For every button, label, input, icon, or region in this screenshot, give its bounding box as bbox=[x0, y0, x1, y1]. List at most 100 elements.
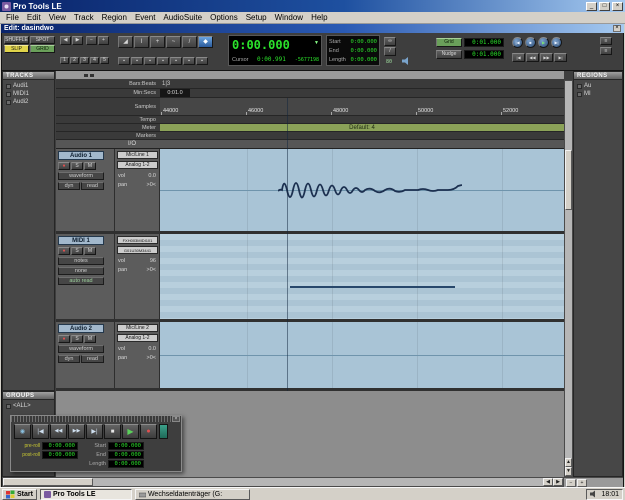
scroll-right-icon[interactable]: ▶ bbox=[553, 478, 563, 486]
automation-mode-selector[interactable]: read bbox=[81, 182, 104, 190]
main-counter-panel[interactable]: 0:00.000 ▼ Cursor 0:00.991 -5677198 bbox=[228, 35, 322, 66]
toolbar-option-button[interactable]: ▪ bbox=[144, 57, 156, 65]
preroll-value[interactable]: 0:00.000 bbox=[42, 442, 78, 450]
samples-ruler[interactable]: 44000 46000 48000 50000 52000 bbox=[160, 98, 564, 116]
track-view-selector[interactable]: notes bbox=[58, 257, 104, 265]
menu-setup[interactable]: Setup bbox=[242, 13, 271, 22]
transport-titlebar[interactable]: × bbox=[11, 416, 181, 422]
markers-ruler[interactable] bbox=[160, 132, 564, 140]
postroll-value[interactable]: 0:00.000 bbox=[42, 451, 78, 459]
rewind-button[interactable]: ◀◀ bbox=[526, 53, 539, 62]
automation-mode-selector[interactable]: auto read bbox=[58, 277, 104, 285]
ruler-samples-label[interactable]: Samples bbox=[56, 98, 160, 116]
ruler-minsecs-label[interactable]: Min:Secs bbox=[56, 89, 160, 98]
scroll-left-icon[interactable]: ◀ bbox=[543, 478, 553, 486]
counter-dropdown-icon[interactable]: ▼ bbox=[314, 40, 319, 46]
maximize-button[interactable]: □ bbox=[599, 2, 610, 11]
speaker-icon[interactable] bbox=[402, 57, 412, 65]
input-selector[interactable]: Mic/Line 2 bbox=[117, 324, 158, 332]
toolbar-option-button[interactable]: ▪ bbox=[131, 57, 143, 65]
play-button[interactable]: ▶ bbox=[538, 37, 549, 48]
nudge-value-button[interactable]: Nudge bbox=[436, 50, 462, 59]
forward-button[interactable]: ▶▶ bbox=[540, 53, 553, 62]
toolbar-option-button[interactable]: ▪ bbox=[118, 57, 130, 65]
solo-button[interactable]: S bbox=[71, 247, 83, 255]
zoom-preset-5[interactable]: 5 bbox=[100, 57, 109, 64]
grid-value-button[interactable]: Grid bbox=[436, 38, 462, 47]
selector-tool-icon[interactable]: I bbox=[134, 36, 149, 48]
transport-window[interactable]: × ◉ |◀ ◀◀ ▶▶ ▶| ■ ▶ ● pre-roll 0:00.000 … bbox=[10, 415, 182, 472]
menu-track[interactable]: Track bbox=[70, 13, 98, 22]
toolbar-menu-icon[interactable]: ≡ bbox=[600, 37, 612, 45]
return-to-zero-button[interactable]: |◀ bbox=[32, 424, 49, 439]
grid-value[interactable]: 0:01.000 bbox=[464, 38, 504, 47]
toolbar-menu-icon[interactable]: ≡ bbox=[600, 47, 612, 55]
go-to-end-button[interactable]: ▶| bbox=[86, 424, 103, 439]
slip-mode-button[interactable]: SLIP bbox=[4, 45, 29, 53]
tempo-ruler[interactable] bbox=[160, 116, 564, 124]
pencil-mode-icon[interactable]: / bbox=[384, 47, 396, 56]
volume-row[interactable]: vol96 bbox=[115, 258, 159, 264]
mute-button[interactable]: M bbox=[84, 247, 96, 255]
rewind-button[interactable]: ◀◀ bbox=[50, 424, 67, 439]
rtz-button[interactable]: |◀ bbox=[512, 37, 523, 48]
minsecs-ruler[interactable]: 0:01.0 bbox=[160, 89, 564, 98]
group-list-item[interactable]: <ALL> bbox=[4, 403, 31, 409]
menu-help[interactable]: Help bbox=[307, 13, 331, 22]
minimize-button[interactable]: _ bbox=[586, 2, 597, 11]
close-button[interactable]: × bbox=[612, 2, 623, 11]
track-name-button[interactable]: Audio 2 bbox=[58, 324, 104, 333]
zoom-corner-icon[interactable]: − bbox=[566, 479, 576, 487]
pencil-tool-icon[interactable]: / bbox=[182, 36, 197, 48]
transport-end-value[interactable]: 0:00.000 bbox=[108, 451, 144, 459]
transport-length-value[interactable]: 0:00.000 bbox=[108, 460, 144, 468]
ruler-bars-label[interactable]: Bars:Beats bbox=[56, 80, 160, 89]
midi-note-region[interactable] bbox=[290, 286, 455, 288]
region-list-item[interactable]: MI bbox=[575, 91, 591, 97]
solo-button[interactable]: S bbox=[71, 162, 83, 170]
pan-row[interactable]: pan>0< bbox=[115, 267, 159, 273]
menu-view[interactable]: View bbox=[45, 13, 70, 22]
horizontal-scrollbar[interactable]: ◀ ▶ bbox=[2, 477, 564, 487]
toolbar-option-button[interactable]: ▪ bbox=[157, 57, 169, 65]
vertical-scrollbar-thumb[interactable] bbox=[565, 150, 572, 210]
menu-event[interactable]: Event bbox=[131, 13, 159, 22]
track-view-selector[interactable]: waveform bbox=[58, 172, 104, 180]
output-selector[interactable]: G01U30M3441 bbox=[117, 246, 158, 254]
goto-end-small-button[interactable]: ▶| bbox=[554, 53, 567, 62]
scroll-down-icon[interactable]: ▼ bbox=[565, 467, 572, 476]
ruler-markers-label[interactable]: Markers bbox=[56, 132, 160, 140]
trim-tool-icon[interactable]: ◢ bbox=[118, 36, 133, 48]
track-timeline-audio1[interactable] bbox=[160, 149, 564, 231]
zoom-right-button[interactable]: ▶ bbox=[72, 36, 83, 45]
zoom-corner-icon[interactable]: + bbox=[577, 479, 587, 487]
selection-panel[interactable]: Start 0:00.000 End 0:00.000 Length 0:00.… bbox=[326, 35, 380, 66]
zoom-preset-2[interactable]: 2 bbox=[70, 57, 79, 64]
track-timeline-audio2[interactable] bbox=[160, 322, 564, 388]
zoom-preset-4[interactable]: 4 bbox=[90, 57, 99, 64]
dyn-button[interactable]: dyn bbox=[58, 182, 80, 190]
fast-forward-button[interactable]: ▶▶ bbox=[68, 424, 85, 439]
play-button[interactable]: ▶ bbox=[122, 424, 139, 439]
taskbar-task-protools[interactable]: Pro Tools LE bbox=[40, 489, 132, 500]
volume-row[interactable]: vol0.0 bbox=[115, 173, 159, 179]
track-list-item[interactable]: Audi1 bbox=[4, 83, 28, 89]
nudge-value[interactable]: 0:01.000 bbox=[464, 50, 504, 59]
menu-region[interactable]: Region bbox=[98, 13, 131, 22]
menu-audiosuite[interactable]: AudioSuite bbox=[159, 13, 206, 22]
dyn-button[interactable]: dyn bbox=[58, 355, 80, 363]
patch-selector[interactable]: none bbox=[58, 267, 104, 275]
ruler-handle-icon[interactable] bbox=[90, 74, 94, 77]
track-list-item[interactable]: MIDI1 bbox=[4, 91, 29, 97]
zoom-in-button[interactable]: + bbox=[98, 36, 109, 45]
pan-row[interactable]: pan>0< bbox=[115, 182, 159, 188]
record-enable-button[interactable]: ● bbox=[58, 247, 70, 255]
menu-file[interactable]: File bbox=[2, 13, 23, 22]
automation-mode-selector[interactable]: read bbox=[81, 355, 104, 363]
record-button[interactable]: ● bbox=[140, 424, 157, 439]
region-list-item[interactable]: Au bbox=[575, 83, 591, 89]
record-enable-button[interactable]: ● bbox=[58, 335, 70, 343]
meter-ruler[interactable]: Default: 4 bbox=[160, 124, 564, 132]
menu-window[interactable]: Window bbox=[271, 13, 307, 22]
stop-button[interactable]: ■ bbox=[525, 37, 536, 48]
